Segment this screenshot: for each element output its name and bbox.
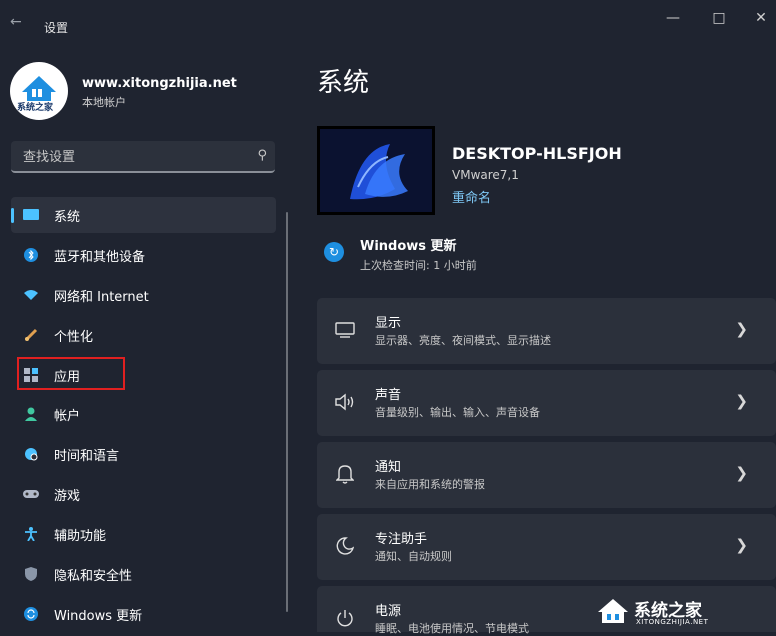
sync-icon: ↻ — [324, 242, 344, 262]
sidebar-item-network[interactable]: 网络和 Internet — [11, 277, 276, 313]
page-title: 系统 — [317, 68, 370, 98]
sidebar-item-label: 辅助功能 — [54, 528, 107, 544]
windows-update-title[interactable]: Windows 更新 — [360, 235, 457, 254]
avatar[interactable]: 系统之家 — [10, 62, 68, 120]
sidebar-item-system[interactable]: 系统 — [11, 197, 276, 233]
wifi-icon — [23, 287, 39, 303]
account-type: 本地帐户 — [82, 96, 126, 109]
sidebar-item-label: 个性化 — [54, 329, 94, 345]
maximize-button[interactable]: □ — [704, 10, 734, 30]
sidebar-item-privacy[interactable]: 隐私和安全性 — [11, 556, 276, 592]
card-subtitle: 来自应用和系统的警报 — [375, 478, 485, 491]
back-arrow-icon[interactable]: ← — [10, 14, 22, 30]
brush-icon — [23, 327, 39, 343]
sidebar-item-label: 隐私和安全性 — [54, 568, 133, 584]
card-subtitle: 通知、自动规则 — [375, 550, 452, 563]
sidebar-scrollbar[interactable] — [286, 212, 288, 612]
sidebar-item-label: 帐户 — [54, 408, 81, 424]
search-icon[interactable]: ⚲ — [257, 148, 267, 163]
power-icon — [333, 606, 357, 630]
chevron-right-icon: ❯ — [735, 320, 748, 338]
rename-link[interactable]: 重命名 — [452, 187, 491, 206]
card-subtitle: 显示器、亮度、夜间模式、显示描述 — [375, 334, 551, 347]
sidebar-item-accessibility[interactable]: 辅助功能 — [11, 516, 276, 552]
bell-icon — [333, 462, 357, 486]
selection-indicator — [11, 208, 14, 223]
avatar-text: 系统之家 — [17, 103, 54, 113]
globe-clock-icon — [23, 446, 39, 462]
search-input[interactable] — [21, 146, 245, 168]
sidebar-item-time-language[interactable]: 时间和语言 — [11, 436, 276, 472]
device-name: DESKTOP-HLSFJOH — [452, 144, 622, 163]
card-subtitle: 音量级别、输出、输入、声音设备 — [375, 406, 540, 419]
chevron-right-icon: ❯ — [735, 536, 748, 554]
account-name: www.xitongzhijia.net — [82, 76, 237, 91]
title-bar: ← 设置 — □ ✕ — [0, 0, 776, 40]
windows-update-status: 上次检查时间: 1 小时前 — [360, 259, 477, 272]
sidebar-item-accounts[interactable]: 帐户 — [11, 396, 276, 432]
minimize-button[interactable]: — — [658, 10, 688, 30]
card-display[interactable]: 显示 显示器、亮度、夜间模式、显示描述 ❯ — [317, 298, 776, 364]
sidebar-item-label: 蓝牙和其他设备 — [54, 249, 146, 265]
watermark: 系统之家 XITONGZHIJIA.NET — [596, 594, 766, 628]
sidebar-item-label: 网络和 Internet — [54, 289, 149, 305]
card-title: 声音 — [375, 388, 402, 403]
card-title: 显示 — [375, 316, 402, 331]
gamepad-icon — [23, 486, 39, 502]
accessibility-icon — [23, 526, 39, 542]
watermark-url: XITONGZHIJIA.NET — [636, 618, 709, 626]
card-title: 专注助手 — [375, 532, 428, 547]
display-icon — [333, 318, 357, 342]
sidebar-item-label: 系统 — [54, 209, 81, 225]
sidebar-item-label: 游戏 — [54, 488, 81, 504]
card-focus-assist[interactable]: 专注助手 通知、自动规则 ❯ — [317, 514, 776, 580]
card-notifications[interactable]: 通知 来自应用和系统的警报 ❯ — [317, 442, 776, 508]
search-box[interactable]: ⚲ — [11, 141, 275, 173]
bluetooth-icon — [23, 247, 39, 263]
sidebar-item-label: 时间和语言 — [54, 448, 120, 464]
monitor-icon — [23, 207, 39, 223]
card-title: 电源 — [375, 604, 402, 619]
chevron-right-icon: ❯ — [735, 464, 748, 482]
sidebar-item-windows-update[interactable]: Windows 更新 — [11, 596, 276, 632]
settings-window: ← 设置 — □ ✕ 系统之家 www.xitongzhijia.net 本地帐… — [0, 0, 776, 635]
card-subtitle: 睡眠、电池使用情况、节电模式 — [375, 622, 529, 635]
moon-icon — [333, 534, 357, 558]
shield-icon — [23, 566, 39, 582]
card-title: 通知 — [375, 460, 402, 475]
device-model: VMware7,1 — [452, 168, 519, 182]
person-icon — [23, 406, 39, 422]
device-wallpaper-image — [317, 126, 435, 215]
sidebar-item-bluetooth[interactable]: 蓝牙和其他设备 — [11, 237, 276, 273]
card-sound[interactable]: 声音 音量级别、输出、输入、声音设备 ❯ — [317, 370, 776, 436]
sidebar-item-gaming[interactable]: 游戏 — [11, 476, 276, 512]
sidebar-item-personalization[interactable]: 个性化 — [11, 317, 276, 353]
chevron-right-icon: ❯ — [735, 392, 748, 410]
house-logo-icon — [598, 599, 628, 623]
highlight-box — [17, 357, 125, 390]
speaker-icon — [333, 390, 357, 414]
close-button[interactable]: ✕ — [746, 10, 776, 30]
sidebar-item-label: Windows 更新 — [54, 608, 143, 624]
app-title: 设置 — [44, 21, 69, 35]
sync-icon — [23, 606, 39, 622]
